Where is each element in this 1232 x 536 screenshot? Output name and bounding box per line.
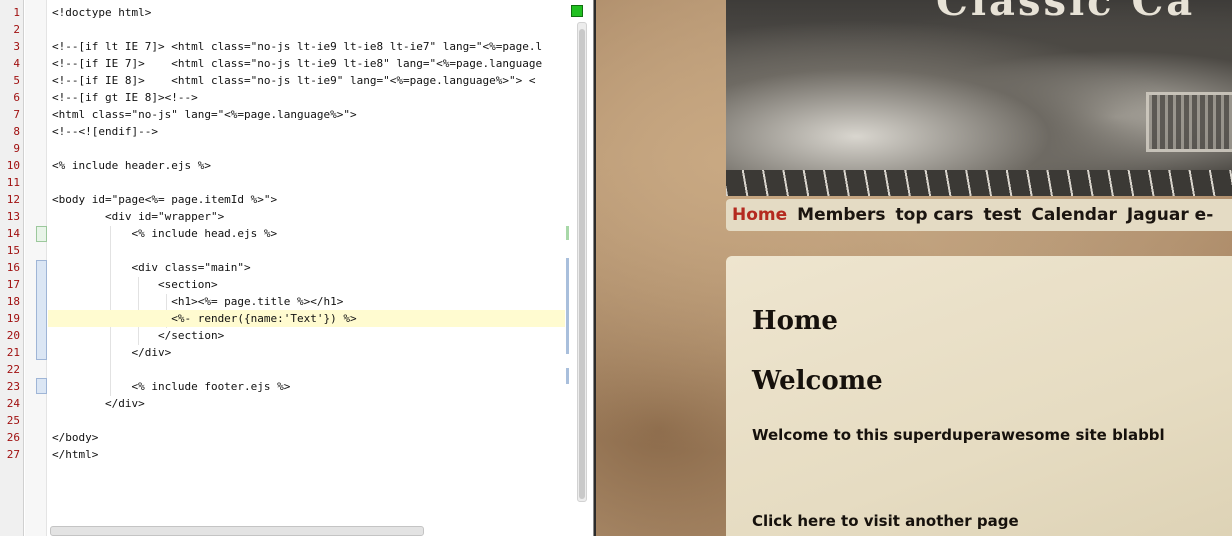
code-line[interactable]: <!--[if gt IE 8]><!-->	[52, 89, 563, 106]
line-number: 27	[6, 448, 20, 461]
site-title: Classic Ca	[936, 0, 1196, 25]
line-number-gutter: 1 2 3 4 5 6 7 8 9 10 11 12 13 14 15 16 17 18 19 20 21 22 23 24 2…	[0, 0, 24, 536]
car-grille-image	[1146, 92, 1232, 152]
code-line[interactable]	[52, 361, 563, 378]
nav-item-calendar[interactable]: Calendar	[1031, 205, 1116, 225]
welcome-heading: Welcome	[752, 366, 883, 396]
code-line[interactable]: <html class="no-js" lang="<%=page.langua…	[52, 106, 563, 123]
horizontal-scrollbar[interactable]	[50, 526, 424, 536]
line-number: 17	[6, 278, 20, 291]
line-number: 18	[6, 295, 20, 308]
code-line[interactable]: <!--<![endif]-->	[52, 123, 563, 140]
vertical-scrollbar[interactable]	[577, 22, 587, 502]
line-number: 20	[6, 329, 20, 342]
code-line[interactable]: <!doctype html>	[52, 4, 563, 21]
nav-item-jaguar[interactable]: Jaguar e-	[1127, 205, 1213, 225]
change-marker	[36, 378, 47, 394]
nav-item-top-cars[interactable]: top cars	[896, 205, 974, 225]
nav-item-test[interactable]: test	[983, 205, 1021, 225]
line-number: 11	[6, 176, 20, 189]
change-marker	[566, 368, 569, 384]
code-line[interactable]: <% include head.ejs %>	[52, 225, 563, 242]
change-marker	[566, 226, 569, 240]
line-number: 10	[6, 159, 20, 172]
change-marker	[36, 226, 47, 242]
code-line[interactable]: <section>	[52, 276, 563, 293]
line-number: 2	[13, 23, 20, 36]
line-number: 7	[13, 108, 20, 121]
line-number: 22	[6, 363, 20, 376]
code-line[interactable]: <!--[if IE 8]> <html class="no-js lt-ie9…	[52, 72, 563, 89]
line-number: 24	[6, 397, 20, 410]
change-marker	[566, 258, 569, 354]
line-number: 26	[6, 431, 20, 444]
code-line[interactable]: <h1><%= page.title %></h1>	[52, 293, 563, 310]
code-line[interactable]: <body id="page<%= page.itemId %>">	[52, 191, 563, 208]
code-line[interactable]: </html>	[52, 446, 563, 463]
code-line[interactable]: </div>	[52, 395, 563, 412]
scrollbar-thumb[interactable]	[579, 29, 585, 499]
line-number: 9	[13, 142, 20, 155]
code-line[interactable]: <% include header.ejs %>	[52, 157, 563, 174]
code-line[interactable]: <!--[if lt IE 7]> <html class="no-js lt-…	[52, 38, 563, 55]
line-number: 25	[6, 414, 20, 427]
code-line[interactable]: <div class="main">	[52, 259, 563, 276]
line-number: 19	[6, 312, 20, 325]
browser-preview-pane: Classic Ca Home Members top cars test Ca…	[596, 0, 1232, 536]
welcome-text: Welcome to this superduperawesome site b…	[752, 426, 1165, 444]
line-number: 8	[13, 125, 20, 138]
line-number: 4	[13, 57, 20, 70]
code-line[interactable]	[52, 140, 563, 157]
code-line[interactable]: </body>	[52, 429, 563, 446]
line-number: 15	[6, 244, 20, 257]
line-number: 1	[13, 6, 20, 19]
visit-page-link[interactable]: Click here to visit another page	[752, 512, 1019, 530]
code-line[interactable]: <div id="wrapper">	[52, 208, 563, 225]
code-line[interactable]	[52, 242, 563, 259]
line-number: 16	[6, 261, 20, 274]
line-number: 5	[13, 74, 20, 87]
car-detail-image	[726, 170, 1232, 196]
nav-item-home[interactable]: Home	[732, 205, 787, 225]
change-marker	[36, 260, 47, 360]
code-line[interactable]: </section>	[52, 327, 563, 344]
code-line[interactable]: </div>	[52, 344, 563, 361]
main-content: Home Welcome Welcome to this superdupera…	[726, 256, 1232, 536]
code-line[interactable]: <%- render({name:'Text'}) %>	[48, 310, 565, 327]
code-line[interactable]: <% include footer.ejs %>	[52, 378, 563, 395]
line-number: 3	[13, 40, 20, 53]
line-number: 12	[6, 193, 20, 206]
main-nav: Home Members top cars test Calendar Jagu…	[726, 199, 1232, 231]
line-number: 21	[6, 346, 20, 359]
line-number: 13	[6, 210, 20, 223]
line-number: 23	[6, 380, 20, 393]
header-banner-image: Classic Ca	[726, 0, 1232, 196]
code-line[interactable]	[52, 412, 563, 429]
code-editor-pane[interactable]: 1 2 3 4 5 6 7 8 9 10 11 12 13 14 15 16 17 18 19 20 21 22 23 24 2…	[0, 0, 594, 536]
code-line[interactable]: <!--[if IE 7]> <html class="no-js lt-ie9…	[52, 55, 563, 72]
line-number: 6	[13, 91, 20, 104]
code-text-area[interactable]: <!doctype html> <!--[if lt IE 7]> <html c…	[48, 4, 565, 463]
line-number: 14	[6, 227, 20, 240]
code-line[interactable]	[52, 21, 563, 38]
nav-item-members[interactable]: Members	[797, 205, 885, 225]
code-line[interactable]	[52, 174, 563, 191]
page-title: Home	[752, 306, 838, 336]
status-indicator	[571, 5, 583, 17]
